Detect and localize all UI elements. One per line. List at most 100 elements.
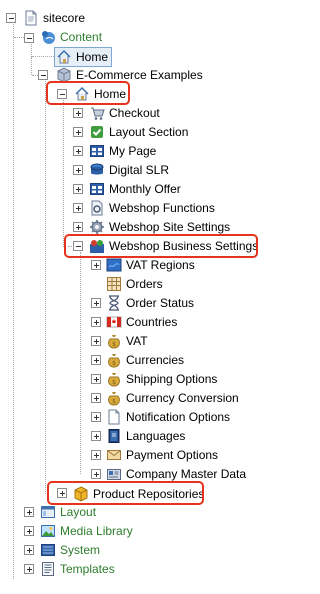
- home-icon: [56, 49, 72, 65]
- tree-node-languages[interactable]: Languages: [106, 427, 185, 445]
- node-label: System: [60, 543, 101, 557]
- expand-toggle[interactable]: [73, 222, 83, 232]
- expand-toggle[interactable]: [91, 393, 101, 403]
- tree-node-layout[interactable]: Layout: [40, 503, 96, 521]
- money-bag-icon: $: [106, 371, 122, 387]
- tree-node-home[interactable]: Home: [74, 85, 126, 103]
- expand-toggle[interactable]: [91, 355, 101, 365]
- expand-toggle[interactable]: [91, 317, 101, 327]
- collapse-toggle[interactable]: [73, 241, 83, 251]
- money-bag-icon: $: [106, 333, 122, 349]
- tree-node-layout-section[interactable]: Layout Section: [89, 123, 188, 141]
- page-icon: [106, 409, 122, 425]
- expand-toggle[interactable]: [91, 450, 101, 460]
- expand-toggle[interactable]: [73, 146, 83, 156]
- node-label: Webshop Site Settings: [109, 220, 231, 234]
- node-label: Shipping Options: [126, 372, 218, 386]
- system-icon: [40, 542, 56, 558]
- tree-node-content[interactable]: Content: [40, 28, 102, 46]
- image-icon: [40, 523, 56, 539]
- expand-toggle[interactable]: [73, 165, 83, 175]
- expand-toggle[interactable]: [73, 108, 83, 118]
- table-icon: [106, 276, 122, 292]
- expand-toggle[interactable]: [24, 507, 34, 517]
- collapse-toggle[interactable]: [38, 70, 48, 80]
- expand-toggle[interactable]: [91, 374, 101, 384]
- tree-node-currency-conversion[interactable]: $ Currency Conversion: [106, 389, 239, 407]
- page-gear-icon: [89, 200, 105, 216]
- node-label: E-Commerce Examples: [76, 68, 203, 82]
- node-label: Product Repositories: [93, 487, 205, 501]
- map-icon: [106, 257, 122, 273]
- tree-node-system[interactable]: System: [40, 541, 100, 559]
- tree-node-monthly-offer[interactable]: Monthly Offer: [89, 180, 181, 198]
- tree-node-countries[interactable]: Countries: [106, 313, 177, 331]
- tree-node-shipping-options[interactable]: $ Shipping Options: [106, 370, 217, 388]
- tree-line: [32, 56, 54, 57]
- node-label: Company Master Data: [126, 467, 247, 481]
- node-label: Languages: [126, 429, 186, 443]
- expand-toggle[interactable]: [73, 127, 83, 137]
- tree-node-currencies[interactable]: $ Currencies: [106, 351, 184, 369]
- tree-node-webshop-business-settings[interactable]: Webshop Business Settings: [89, 237, 258, 255]
- tree-node-webshop-site-settings[interactable]: Webshop Site Settings: [89, 218, 230, 236]
- templates-icon: [40, 561, 56, 577]
- tree-node-orders[interactable]: Orders: [106, 275, 163, 293]
- svg-text:$: $: [112, 360, 116, 367]
- tree-node-templates[interactable]: Templates: [40, 560, 115, 578]
- expand-toggle[interactable]: [73, 184, 83, 194]
- flag-canada-icon: [106, 314, 122, 330]
- expand-toggle[interactable]: [57, 488, 67, 498]
- tree-node-home-top[interactable]: Home: [54, 47, 113, 67]
- grid-page-icon: [89, 143, 105, 159]
- tree-node-product-repositories[interactable]: Product Repositories: [73, 485, 204, 503]
- tree-node-sitecore[interactable]: sitecore: [23, 9, 85, 27]
- expand-toggle[interactable]: [91, 336, 101, 346]
- tree-node-digital-slr[interactable]: Digital SLR: [89, 161, 169, 179]
- tree-node-webshop-functions[interactable]: Webshop Functions: [89, 199, 215, 217]
- svg-text:$: $: [112, 398, 116, 405]
- camera-icon: [89, 162, 105, 178]
- expand-toggle[interactable]: [73, 203, 83, 213]
- expand-toggle[interactable]: [91, 260, 101, 270]
- node-label: Orders: [126, 277, 163, 291]
- tree-node-company-master-data[interactable]: Company Master Data: [106, 465, 246, 483]
- expand-toggle[interactable]: [91, 298, 101, 308]
- node-label: Notification Options: [126, 410, 231, 424]
- tree-node-media-library[interactable]: Media Library: [40, 522, 133, 540]
- expand-toggle[interactable]: [91, 431, 101, 441]
- node-label: Currencies: [126, 353, 185, 367]
- tree-node-notification-options[interactable]: Notification Options: [106, 408, 230, 426]
- tree-node-vat[interactable]: $ VAT: [106, 332, 148, 350]
- grid-page-icon: [89, 181, 105, 197]
- tree-line: [63, 100, 64, 247]
- node-label: Webshop Business Settings: [109, 239, 259, 253]
- expand-toggle[interactable]: [24, 526, 34, 536]
- tree-node-vat-regions[interactable]: VAT Regions: [106, 256, 195, 274]
- expand-toggle[interactable]: [24, 545, 34, 555]
- tree-node-checkout[interactable]: Checkout: [89, 104, 160, 122]
- tree-node-order-status[interactable]: Order Status: [106, 294, 194, 312]
- collapse-toggle[interactable]: [57, 89, 67, 99]
- node-label: Countries: [126, 315, 178, 329]
- node-label: VAT Regions: [126, 258, 195, 272]
- tree-node-my-page[interactable]: My Page: [89, 142, 156, 160]
- envelope-pay-icon: [106, 447, 122, 463]
- node-label: Home: [94, 87, 127, 101]
- node-label: Layout Section: [109, 125, 189, 139]
- tree-node-payment-options[interactable]: Payment Options: [106, 446, 218, 464]
- svg-text:$: $: [112, 379, 116, 386]
- expand-toggle[interactable]: [24, 564, 34, 574]
- collapse-toggle[interactable]: [24, 33, 34, 43]
- tree-line: [45, 81, 46, 494]
- node-label: Currency Conversion: [126, 391, 239, 405]
- tree-node-ecommerce-examples[interactable]: E-Commerce Examples: [56, 66, 203, 84]
- money-bag-icon: $: [106, 390, 122, 406]
- node-label: Order Status: [126, 296, 195, 310]
- expand-toggle[interactable]: [91, 469, 101, 479]
- expand-toggle[interactable]: [91, 412, 101, 422]
- node-label: Home: [76, 50, 109, 64]
- collapse-toggle[interactable]: [6, 13, 16, 23]
- checkmark-doc-icon: [89, 124, 105, 140]
- home-icon: [74, 86, 90, 102]
